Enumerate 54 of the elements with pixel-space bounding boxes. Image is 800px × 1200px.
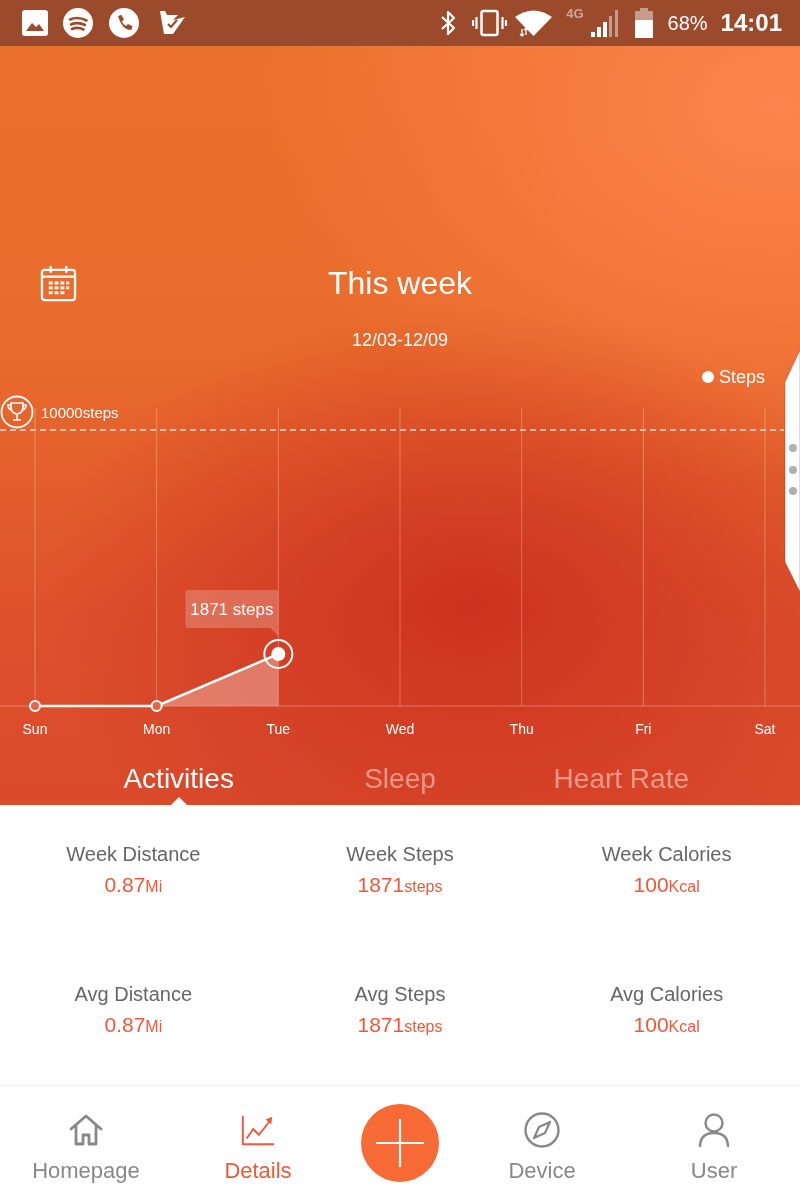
nav-tab[interactable]: User — [690, 1086, 738, 1184]
stat-value: 100Kcal — [633, 1012, 700, 1038]
calendar-icon[interactable] — [40, 265, 77, 302]
stat-value: 0.87Mi — [104, 1012, 163, 1038]
side-drawer-handle[interactable] — [784, 350, 800, 593]
bluetooth-icon — [439, 8, 458, 38]
compass-icon — [524, 1112, 560, 1148]
category-tab[interactable]: Activities — [123, 762, 234, 805]
network-type: 4G — [566, 6, 584, 21]
sound-waves-icon — [63, 8, 93, 38]
home-icon — [68, 1112, 104, 1148]
goal-label: 10000steps — [41, 403, 119, 421]
check-badge-icon — [159, 10, 186, 36]
stat-label: Week Distance — [66, 842, 201, 866]
day-label: Wed — [385, 721, 415, 737]
day-label: Sat — [754, 721, 776, 737]
data-point[interactable] — [150, 700, 163, 712]
category-tab[interactable]: Sleep — [364, 762, 436, 805]
stat-value: 100Kcal — [633, 872, 700, 898]
plus-icon — [376, 1119, 424, 1167]
legend-dot-icon — [701, 371, 714, 383]
stat-value: 0.87Mi — [104, 872, 163, 898]
image-icon — [22, 10, 48, 36]
category-tab[interactable]: Heart Rate — [553, 762, 689, 805]
date-range: 12/03-12/09 — [350, 329, 450, 351]
wifi-icon — [515, 8, 553, 38]
stat-label: Week Steps — [346, 842, 454, 866]
trophy-icon — [0, 395, 34, 429]
nav-tab[interactable]: Device — [508, 1086, 576, 1184]
battery-percent: 68% — [667, 11, 708, 35]
day-label: Sun — [22, 721, 48, 737]
stat-label: Week Calories — [601, 842, 732, 866]
day-label: Thu — [509, 721, 534, 737]
stat-label: Avg Steps — [354, 982, 446, 1006]
step-count-tooltip: 1871 steps — [185, 590, 279, 636]
stat-value: 1871steps — [357, 872, 443, 898]
stat-label: Avg Distance — [74, 982, 193, 1006]
day-label: Fri — [635, 721, 652, 737]
stat-value: 1871steps — [357, 1012, 443, 1038]
data-point[interactable] — [29, 700, 41, 712]
user-icon — [696, 1112, 732, 1148]
page-title: This week — [326, 265, 473, 302]
stat-label: Avg Calories — [610, 982, 724, 1006]
legend-label: Steps — [718, 366, 765, 388]
day-label: Mon — [143, 721, 171, 737]
clock-time: 14:01 — [720, 9, 782, 37]
battery-icon — [634, 8, 653, 38]
signal-icon — [590, 8, 619, 38]
nav-tab[interactable]: Homepage — [32, 1086, 140, 1184]
selected-data-point[interactable] — [263, 639, 294, 669]
day-label: Tue — [266, 721, 291, 737]
phone-icon — [109, 8, 139, 38]
vibrate-icon — [472, 8, 508, 38]
nav-tab[interactable]: Details — [224, 1086, 292, 1184]
